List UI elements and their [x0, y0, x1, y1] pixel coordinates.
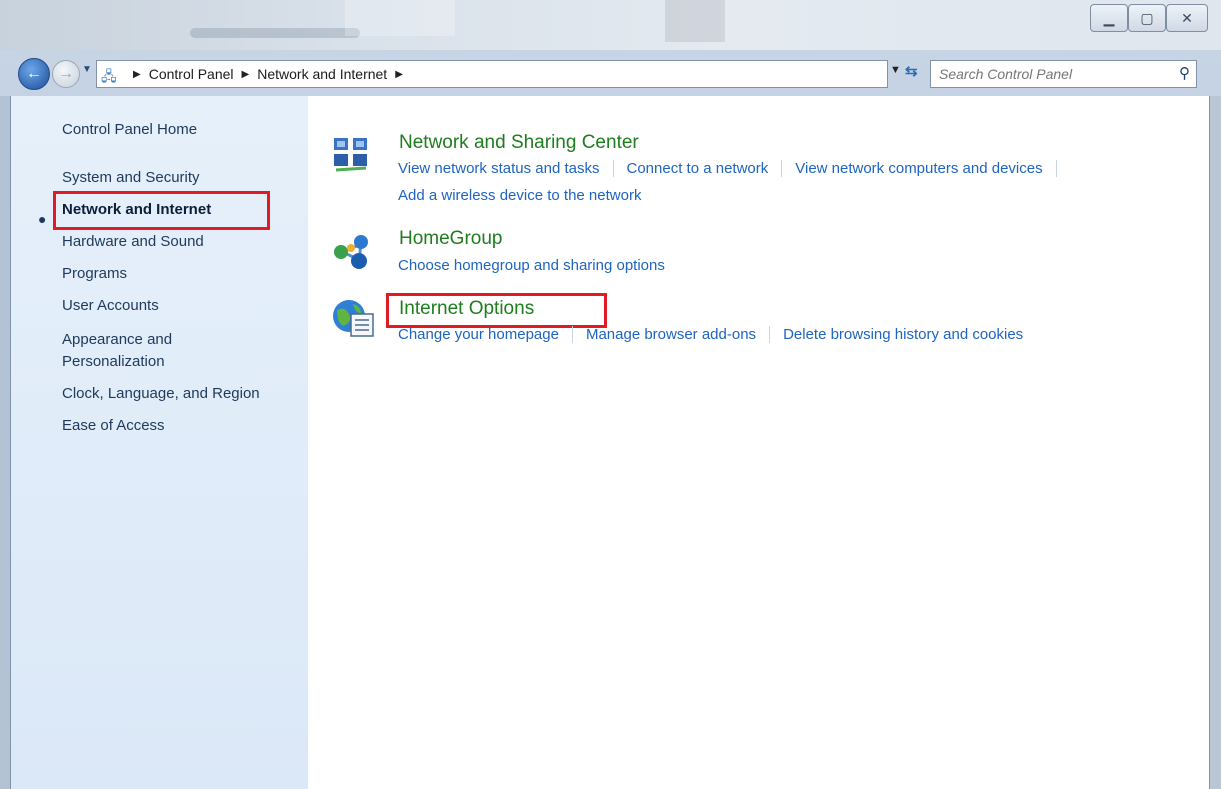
navigation-bar: ← → ▼ 🖧 ▶ Control Panel ▶ Network and In…	[18, 56, 1208, 90]
background-blur	[345, 0, 455, 36]
highlight-box	[386, 293, 607, 328]
homegroup-links: Choose homegroup and sharing options	[398, 257, 665, 274]
link-add-wireless-device[interactable]: Add a wireless device to the network	[398, 187, 641, 204]
breadcrumb-separator-icon[interactable]: ▶	[395, 69, 403, 80]
link-change-homepage[interactable]: Change your homepage	[398, 326, 559, 343]
current-item-bullet: ●	[38, 211, 47, 227]
internet-options-icon[interactable]	[331, 296, 375, 340]
close-icon: ✕	[1181, 9, 1193, 26]
link-connect-to-network[interactable]: Connect to a network	[627, 160, 769, 177]
link-choose-homegroup[interactable]: Choose homegroup and sharing options	[398, 257, 665, 274]
sidebar-item-user-accounts[interactable]: User Accounts	[62, 296, 159, 316]
background-blur	[665, 0, 725, 42]
link-separator	[769, 326, 771, 343]
sidebar-item-personalization[interactable]: Personalization	[62, 352, 165, 372]
network-sharing-links: View network status and tasks Connect to…	[398, 160, 1070, 177]
content-area: Control Panel Home System and Security ●…	[10, 96, 1210, 789]
link-delete-browsing-history[interactable]: Delete browsing history and cookies	[783, 326, 1023, 343]
sidebar-item-ease-of-access[interactable]: Ease of Access	[62, 416, 165, 436]
link-manage-addons[interactable]: Manage browser add-ons	[586, 326, 756, 343]
close-button[interactable]: ✕	[1166, 4, 1208, 32]
breadcrumb-separator-icon[interactable]: ▶	[242, 69, 250, 80]
sidebar-item-programs[interactable]: Programs	[62, 264, 127, 284]
network-sharing-icon[interactable]	[331, 134, 375, 178]
address-bar[interactable]: 🖧 ▶ Control Panel ▶ Network and Internet…	[96, 60, 888, 88]
breadcrumb-control-panel[interactable]: Control Panel	[149, 66, 234, 82]
sidebar-item-system-and-security[interactable]: System and Security	[62, 168, 200, 188]
link-separator	[1055, 160, 1057, 177]
back-arrow-icon: ←	[26, 65, 42, 82]
link-view-network-status[interactable]: View network status and tasks	[398, 160, 600, 177]
search-icon[interactable]: ⚲	[1179, 64, 1190, 82]
homegroup-icon[interactable]	[331, 230, 375, 274]
address-dropdown-icon[interactable]: ▼	[890, 64, 901, 76]
sidebar-item-control-panel-home[interactable]: Control Panel Home	[62, 120, 197, 140]
sidebar-item-appearance[interactable]: Appearance and	[62, 330, 172, 350]
back-button[interactable]: ←	[18, 58, 50, 90]
forward-button[interactable]: →	[52, 60, 80, 88]
maximize-icon: ▢	[1140, 9, 1154, 26]
link-view-network-computers[interactable]: View network computers and devices	[795, 160, 1042, 177]
network-sharing-links-row2: Add a wireless device to the network	[398, 187, 641, 204]
link-separator	[571, 326, 573, 343]
highlight-box	[53, 191, 270, 230]
title-bar[interactable]: ▁ ▢ ✕	[0, 0, 1221, 50]
forward-arrow-icon: →	[58, 65, 74, 82]
window-left-edge	[0, 96, 10, 789]
background-blur	[190, 28, 360, 38]
breadcrumb-separator-icon[interactable]: ▶	[133, 69, 141, 80]
internet-options-links: Change your homepage Manage browser add-…	[398, 326, 1023, 343]
network-sharing-title[interactable]: Network and Sharing Center	[399, 132, 639, 154]
maximize-button[interactable]: ▢	[1128, 4, 1166, 32]
minimize-button[interactable]: ▁	[1090, 4, 1128, 32]
link-separator	[612, 160, 614, 177]
history-dropdown-icon[interactable]: ▼	[82, 64, 92, 75]
sidebar-item-clock-language-region[interactable]: Clock, Language, and Region	[62, 384, 260, 404]
link-separator	[781, 160, 783, 177]
homegroup-title[interactable]: HomeGroup	[399, 228, 503, 250]
control-panel-icon: 🖧	[101, 68, 117, 84]
refresh-icon[interactable]: ⇆	[905, 62, 918, 80]
search-box[interactable]: ⚲	[930, 60, 1197, 88]
breadcrumb-network-and-internet[interactable]: Network and Internet	[257, 66, 387, 82]
minimize-icon: ▁	[1103, 9, 1115, 26]
sidebar: Control Panel Home System and Security ●…	[11, 96, 308, 789]
sidebar-item-hardware-and-sound[interactable]: Hardware and Sound	[62, 232, 204, 252]
search-input[interactable]	[931, 65, 1161, 83]
